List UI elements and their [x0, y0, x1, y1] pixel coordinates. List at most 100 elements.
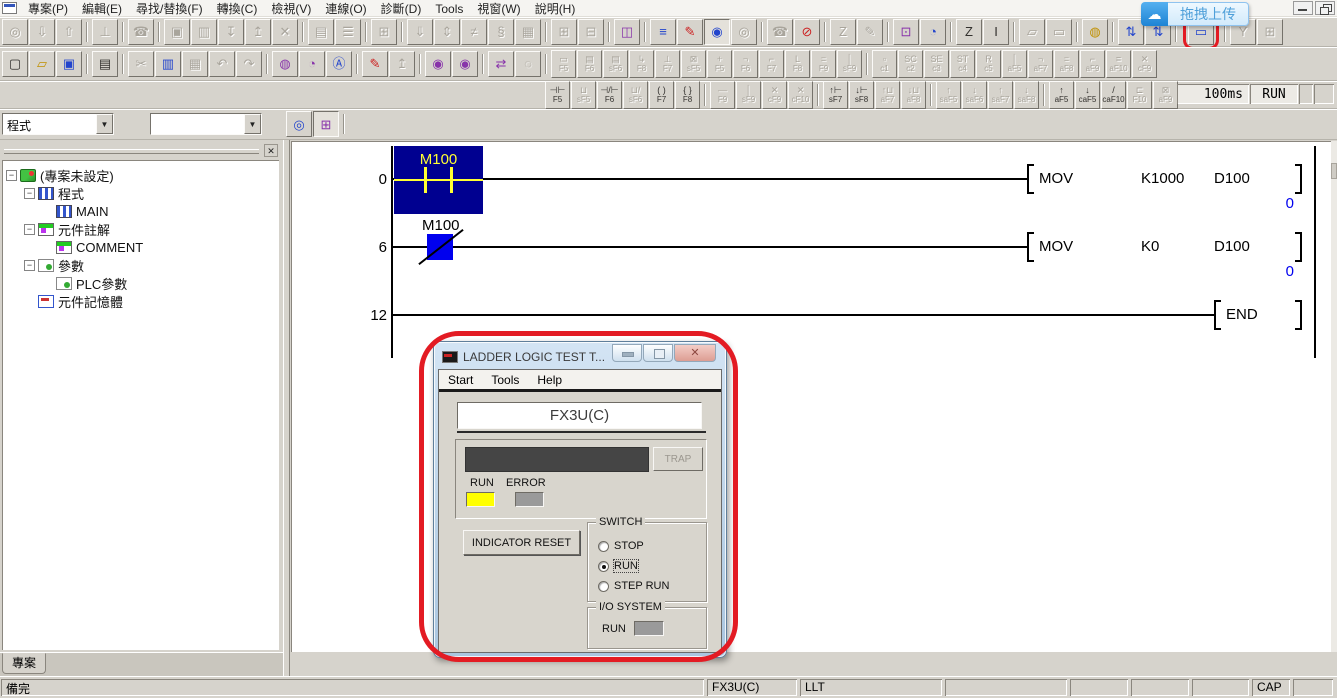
tab-project[interactable]: 專案	[2, 653, 46, 674]
menu-item[interactable]: 說明(H)	[528, 1, 583, 17]
clock-setting-icon[interactable]: ◔	[920, 19, 946, 45]
fkey-af8[interactable]: =aF8	[1054, 50, 1079, 78]
chevron-down-icon[interactable]: ▼	[96, 114, 113, 134]
find-doc-icon[interactable]: ◎	[286, 111, 312, 137]
restore-button[interactable]	[1315, 1, 1335, 15]
find-prev-icon[interactable]: ⇧	[56, 19, 82, 45]
fkey-coil[interactable]: ( )F7	[649, 81, 674, 109]
monitor-mode-icon[interactable]: ◉	[704, 19, 730, 45]
vertical-scrollbar[interactable]	[1331, 141, 1337, 652]
menu-item[interactable]: Tools	[428, 1, 470, 17]
write-during-run-icon[interactable]: I	[983, 19, 1009, 45]
monitor-write-mode-icon[interactable]: ◎	[731, 19, 757, 45]
dialog-title-bar[interactable]: LADDER LOGIC TEST T...	[442, 347, 605, 367]
fkey-cf9[interactable]: ✕cF9	[1132, 50, 1157, 78]
row-insert-icon[interactable]: ↧	[218, 19, 244, 45]
instruction-dst[interactable]: D100	[1214, 170, 1250, 187]
expand-box[interactable]: −	[24, 188, 35, 199]
radio-dot[interactable]	[598, 541, 609, 552]
menu-item[interactable]: 專案(P)	[21, 1, 75, 17]
project-data-list-icon[interactable]: ⊞	[371, 19, 397, 45]
menu-item[interactable]: 診斷(D)	[374, 1, 429, 17]
find-next-icon[interactable]: ⇩	[29, 19, 55, 45]
dial-setup-icon[interactable]: ☎	[128, 19, 154, 45]
tree-item-project-root[interactable]: − (專案未設定)	[4, 166, 277, 184]
find-device-color-icon[interactable]: ◍	[272, 51, 298, 77]
trap-button[interactable]: TRAP	[653, 447, 703, 471]
fkey-rule-f6[interactable]: ▤F6	[577, 50, 602, 78]
print-icon[interactable]: ▤	[92, 51, 118, 77]
device-monitor-icon[interactable]: ◉	[425, 51, 451, 77]
instruction-src[interactable]: K1000	[1141, 170, 1184, 187]
find-string-icon[interactable]: Ⓐ	[326, 51, 352, 77]
online-change-icon[interactable]: Z	[956, 19, 982, 45]
forced-io-icon[interactable]: ✎	[857, 19, 883, 45]
fkey-af5[interactable]: │aF5	[1002, 50, 1027, 78]
mdi-child-icon[interactable]	[2, 2, 17, 14]
fkey-st-c4[interactable]: STc4	[950, 50, 975, 78]
instruction-op[interactable]: END	[1226, 306, 1258, 323]
fkey-falling-inv-branch[interactable]: ↓saF8	[1014, 81, 1039, 109]
program-monitor-list-icon[interactable]: ⊞	[1257, 19, 1283, 45]
fkey-line-f6[interactable]: ¬F6	[733, 50, 758, 78]
menu-item[interactable]: 檢視(V)	[264, 1, 318, 17]
radio-dot[interactable]	[598, 581, 609, 592]
instruction-src[interactable]: K0	[1141, 238, 1159, 255]
fkey-hline[interactable]: —F9	[710, 81, 735, 109]
insert-mode-icon[interactable]: ↥	[389, 51, 415, 77]
fkey-line-sf9[interactable]: │sF9	[837, 50, 862, 78]
cut-icon[interactable]: ✂	[128, 51, 154, 77]
instruction-dst[interactable]: D100	[1214, 238, 1250, 255]
fkey-falling-inv[interactable]: ↓saF6	[962, 81, 987, 109]
error-check-icon[interactable]: ≠	[461, 19, 487, 45]
select-block-icon[interactable]: ▣	[164, 19, 190, 45]
redo-icon[interactable]: ↷	[236, 51, 262, 77]
plc-verify-icon[interactable]: ⇕	[434, 19, 460, 45]
copy-icon[interactable]: ▥	[155, 51, 181, 77]
fkey-pulse-up[interactable]: ↑aF5	[1049, 81, 1074, 109]
step-sort-icon[interactable]: §	[488, 19, 514, 45]
comment-display-icon[interactable]: ≡	[650, 19, 676, 45]
fkey-pulse-down[interactable]: ↓caF5	[1075, 81, 1100, 109]
window-in-icon[interactable]: ▭	[1046, 19, 1072, 45]
scrollbar-thumb[interactable]	[1331, 163, 1337, 179]
undo-icon[interactable]: ↶	[209, 51, 235, 77]
device-monitor-2-icon[interactable]: ◉	[452, 51, 478, 77]
fkey-line-f5[interactable]: +F5	[707, 50, 732, 78]
project-tree-toggle-icon[interactable]: ⊞	[313, 111, 339, 137]
fkey-line-f7[interactable]: ⊥F7	[655, 50, 680, 78]
find-contact-icon[interactable]: ◔	[299, 51, 325, 77]
ladder-monitor-icon[interactable]: ◫	[614, 19, 640, 45]
panel-splitter[interactable]	[283, 140, 290, 676]
fkey-af9-del[interactable]: ⊠aF9	[1153, 81, 1178, 109]
panel-grip[interactable]: ✕	[0, 144, 283, 158]
fkey-se-c3[interactable]: SEc3	[924, 50, 949, 78]
dialog-close-button[interactable]: ✕	[674, 344, 716, 362]
fkey-falling-branch[interactable]: ↓⊔aF8	[901, 81, 926, 109]
menu-item[interactable]: 轉換(C)	[210, 1, 265, 17]
fkey-r-c5[interactable]: Rc5	[976, 50, 1001, 78]
tree-item-device-comment[interactable]: − 元件註解	[4, 220, 277, 238]
radio-option[interactable]: STEP RUN	[598, 580, 669, 592]
new-doc-icon[interactable]: ▢	[2, 51, 28, 77]
fkey-rising-inv-branch[interactable]: ↑saF7	[988, 81, 1013, 109]
remote-request-icon[interactable]: ☎	[767, 19, 793, 45]
chevron-down-icon[interactable]: ▼	[244, 114, 261, 134]
minimize-button[interactable]	[1293, 1, 1313, 15]
radio-option[interactable]: RUN	[598, 560, 638, 572]
fkey-line-f7b[interactable]: ⌐F7	[759, 50, 784, 78]
fkey-block-c1[interactable]: ▫c1	[872, 50, 897, 78]
fkey-sc-c2[interactable]: SCc2	[898, 50, 923, 78]
fkey-rising-pulse[interactable]: ↑⊢sF7	[823, 81, 848, 109]
menu-item[interactable]: 編輯(E)	[75, 1, 129, 17]
menu-item[interactable]: 尋找/替換(F)	[129, 1, 210, 17]
expand-box[interactable]: −	[24, 260, 35, 271]
fkey-invert-result[interactable]: /caF10	[1101, 81, 1126, 109]
device-use-list-icon[interactable]: ▦	[515, 19, 541, 45]
expand-box[interactable]: −	[6, 170, 17, 181]
fkey-vline-del[interactable]: ✕cF10	[788, 81, 813, 109]
tree-item-parameter[interactable]: − 參數	[4, 256, 277, 274]
fkey-rule-sf6[interactable]: ▤sF6	[603, 50, 628, 78]
fkey-af7[interactable]: ¬aF7	[1028, 50, 1053, 78]
fkey-line-f9[interactable]: =F9	[811, 50, 836, 78]
